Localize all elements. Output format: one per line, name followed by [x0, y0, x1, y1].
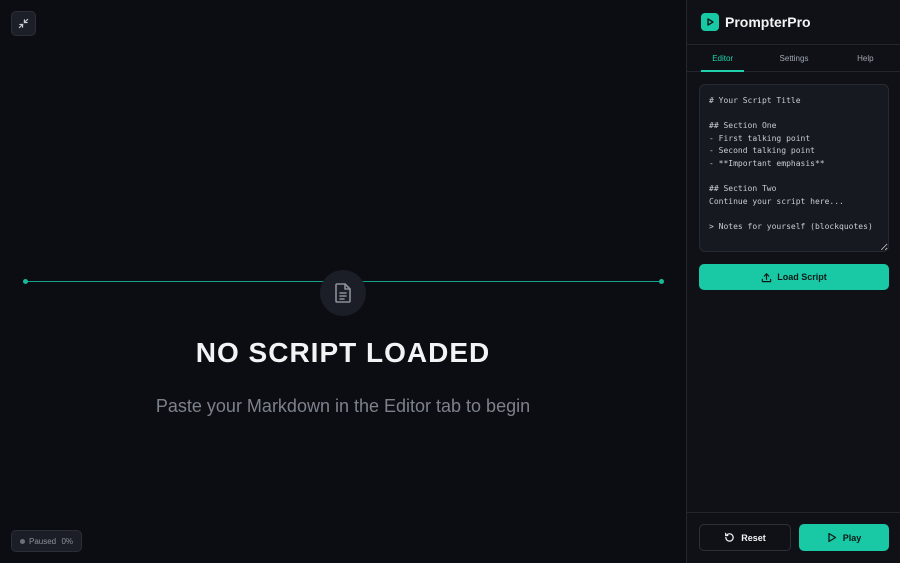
divider — [687, 512, 900, 513]
play-icon — [828, 532, 836, 543]
reset-button[interactable]: Reset — [699, 524, 791, 551]
app-logo — [701, 13, 719, 31]
playback-status-pill: Paused 0% — [11, 530, 82, 552]
load-script-button[interactable]: Load Script — [699, 264, 889, 290]
upload-icon — [762, 272, 772, 282]
reading-guide-right-marker — [659, 279, 664, 284]
tab-settings[interactable]: Settings — [758, 45, 829, 71]
play-button[interactable]: Play — [799, 524, 889, 551]
reset-label: Reset — [741, 532, 766, 543]
play-logo-icon — [707, 18, 714, 26]
app-name: PrompterPro — [725, 14, 811, 30]
status-label: Paused — [29, 536, 57, 546]
tab-editor[interactable]: Editor — [687, 45, 758, 72]
empty-state-icon-badge — [320, 270, 366, 316]
sidebar-tabs: Editor Settings Help — [687, 45, 900, 72]
play-label: Play — [842, 532, 862, 543]
load-script-label: Load Script — [777, 272, 827, 282]
brand: PrompterPro — [701, 13, 811, 31]
collapse-arrows-icon — [18, 18, 29, 29]
empty-state-title: NO SCRIPT LOADED — [195, 337, 491, 368]
teleprompter-stage: NO SCRIPT LOADED Paste your Markdown in … — [0, 0, 686, 563]
tab-help[interactable]: Help — [830, 45, 900, 71]
reset-icon — [725, 532, 734, 542]
empty-state-subtitle: Paste your Markdown in the Editor tab to… — [155, 396, 531, 416]
reading-guide-left-marker — [23, 279, 28, 284]
document-icon — [335, 283, 351, 303]
progress-percentage: 0% — [61, 536, 73, 546]
control-sidebar: PrompterPro Editor Settings Help # Your … — [686, 0, 900, 563]
status-indicator-dot — [20, 538, 25, 544]
exit-fullscreen-button[interactable] — [11, 11, 36, 36]
markdown-editor[interactable]: # Your Script Title ## Section One - Fir… — [699, 84, 889, 252]
